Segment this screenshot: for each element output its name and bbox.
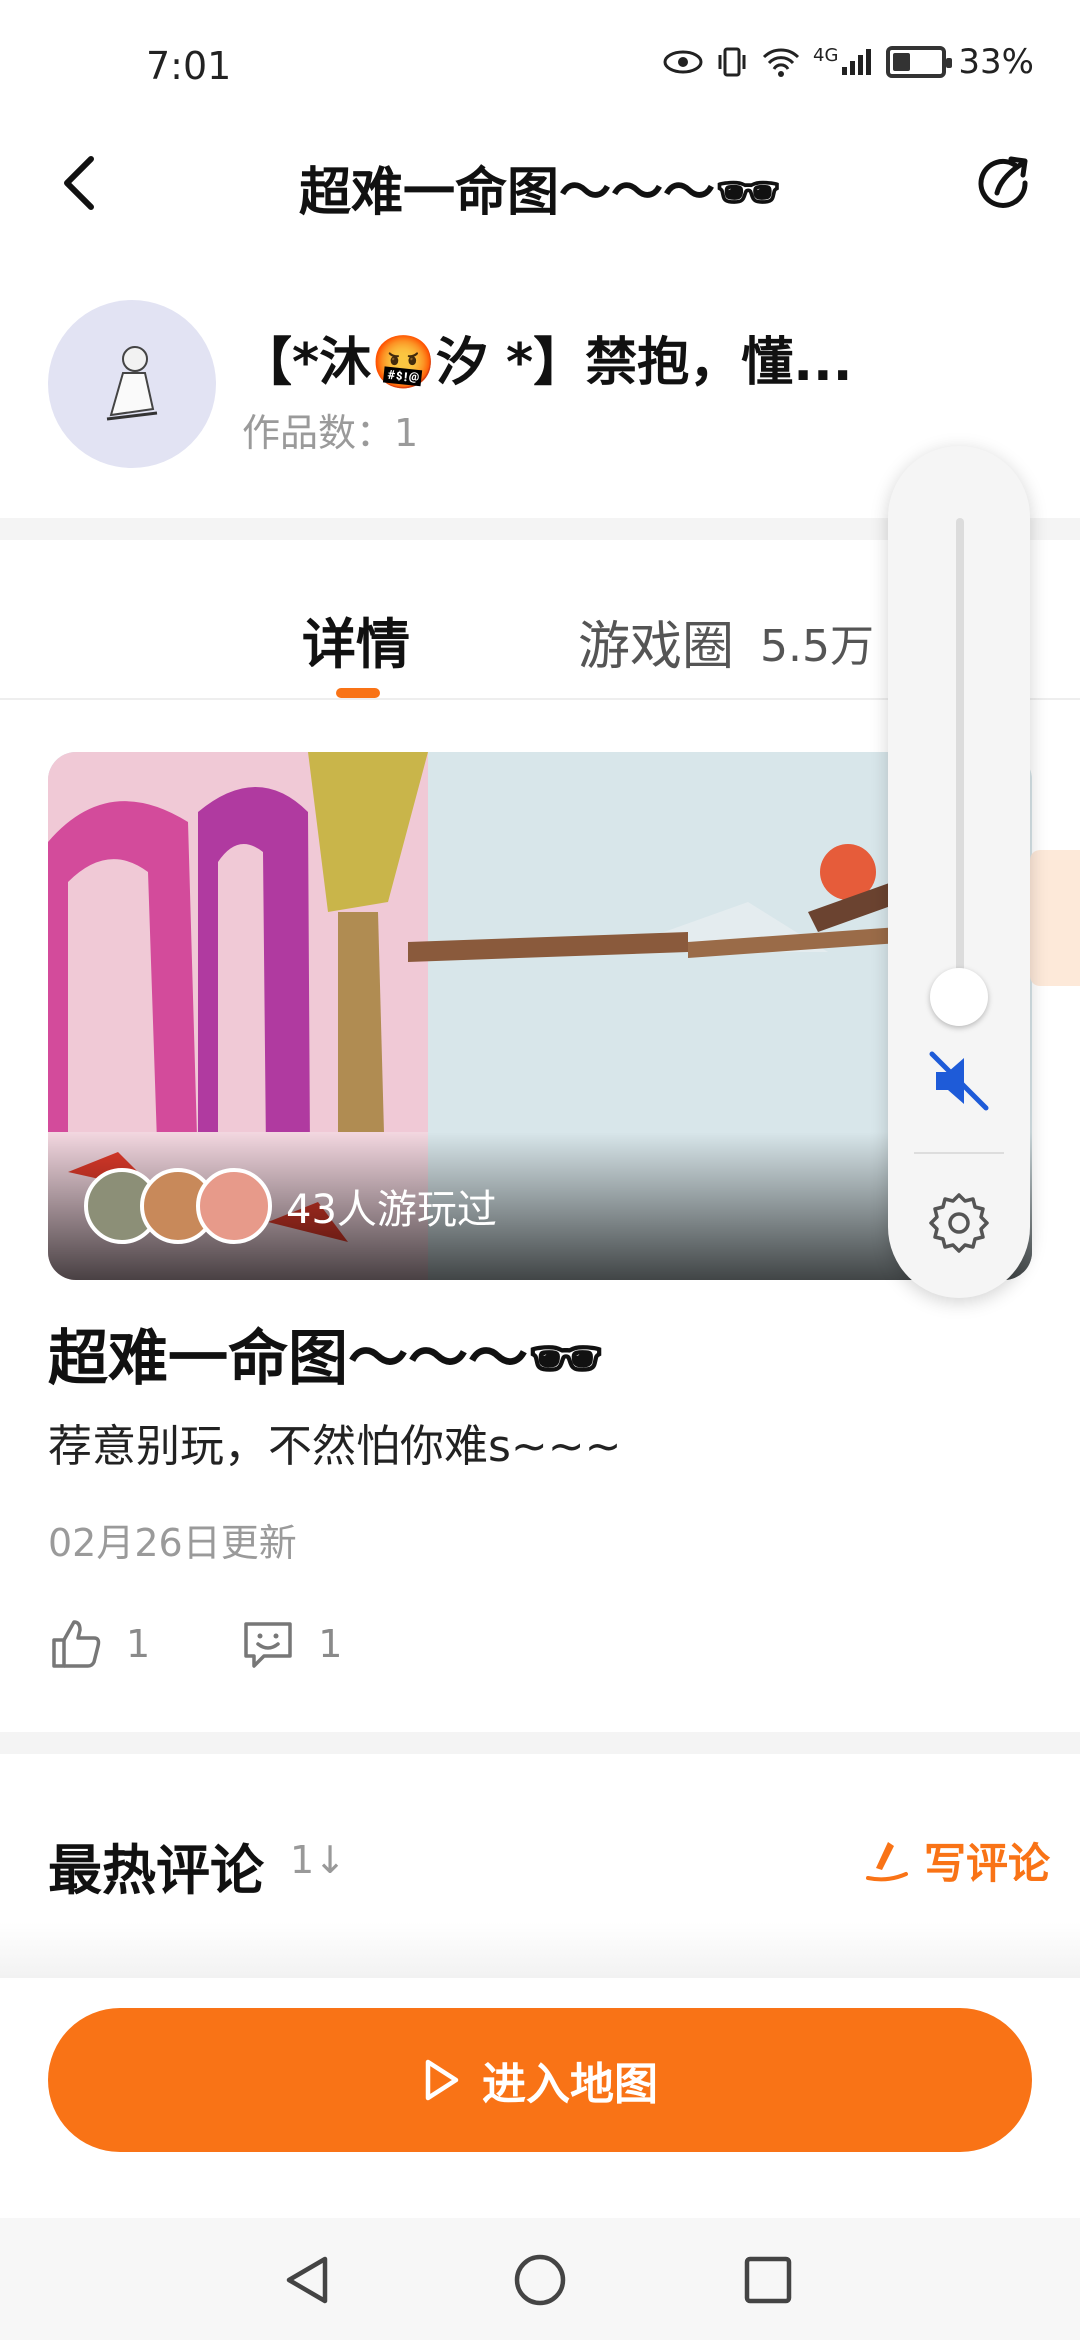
tab-game-circle[interactable]: 游戏圈 [578, 604, 734, 679]
sound-settings-button[interactable] [922, 1186, 996, 1260]
system-nav-bar [0, 2218, 1080, 2340]
page-title: 超难一命图～～～🕶 [298, 163, 782, 223]
thumbs-up-icon [52, 1620, 101, 1668]
gear-icon [929, 1193, 989, 1253]
circle-home-icon [514, 2254, 566, 2306]
header: 超难一命图～～～🕶 [0, 130, 1080, 240]
nav-recents-button[interactable] [728, 2240, 808, 2320]
game-title: 超难一命图～～～🕶 [48, 1324, 605, 1394]
character-avatar-icon [106, 346, 158, 421]
comments-header: 最热评论 1↓ 写评论 [0, 1810, 1080, 1902]
eye-icon [663, 50, 703, 74]
nav-back-button[interactable] [268, 2240, 348, 2320]
square-recents-icon [744, 2256, 792, 2304]
speaker-muted-icon [929, 1051, 989, 1111]
author-works-count: 作品数：1 [242, 411, 419, 455]
players-row: 43人游玩过 [84, 1168, 497, 1244]
volume-panel [888, 446, 1030, 1298]
write-comment-label: 写评论 [923, 1839, 1050, 1888]
comment-list-peek [0, 1922, 1080, 1978]
status-icons: 4G 33% [663, 42, 1034, 82]
players-count-text: 43人游玩过 [286, 1187, 497, 1233]
comment-count-button[interactable]: 1 [240, 1616, 342, 1672]
enter-map-label: 进入地图 [482, 2059, 658, 2110]
triangle-back-icon [286, 2256, 328, 2304]
like-button[interactable]: 1 [48, 1616, 150, 1672]
game-banner[interactable]: 43人游玩过 [48, 752, 1032, 1280]
pen-icon [865, 1841, 908, 1881]
battery-icon [886, 46, 953, 78]
game-actions: 1 1 [48, 1616, 432, 1672]
volume-panel-divider [914, 1152, 1004, 1154]
game-description: 荐意别玩，不然怕你难s~~~ [48, 1421, 622, 1472]
wifi-icon [762, 48, 800, 77]
vibrate-icon [718, 47, 746, 77]
signal-icon [842, 49, 872, 75]
mute-button[interactable] [924, 1046, 994, 1116]
sort-icon[interactable]: 1↓ [290, 1838, 346, 1882]
author-avatar[interactable] [48, 300, 216, 468]
battery-percent: 33% [958, 42, 1034, 82]
author-name[interactable]: 【*沐🤬汐 *】禁抱，懂... [240, 320, 853, 395]
tab-detail[interactable]: 详情 [302, 600, 410, 679]
comment-count: 1 [318, 1622, 343, 1666]
share-button[interactable] [968, 146, 1044, 222]
volume-slider-thumb[interactable] [930, 968, 988, 1026]
enter-map-button[interactable]: 进入地图 [48, 2008, 1032, 2152]
nav-home-button[interactable] [500, 2240, 580, 2320]
bottom-action-bar: 进入地图 [0, 1978, 1080, 2218]
play-icon [425, 2059, 459, 2101]
hot-comments-title: 最热评论 [48, 1839, 264, 1902]
side-hint-card[interactable] [1030, 850, 1080, 986]
tab-active-indicator [336, 688, 380, 698]
status-bar: 7:01 4G 33% [0, 0, 1080, 130]
section-divider [0, 1732, 1080, 1754]
share-icon [978, 156, 1028, 208]
comment-smile-icon [244, 1622, 292, 1668]
tab-game-circle-count: 5.5万 [760, 621, 874, 672]
status-time: 7:01 [146, 44, 232, 88]
like-count: 1 [126, 1622, 151, 1666]
game-updated-date: 02月26日更新 [48, 1521, 297, 1565]
player-avatar [196, 1168, 272, 1244]
write-comment-button[interactable]: 写评论 [864, 1830, 1050, 1891]
network-type: 4G [813, 44, 839, 66]
volume-slider-track[interactable] [956, 518, 964, 998]
